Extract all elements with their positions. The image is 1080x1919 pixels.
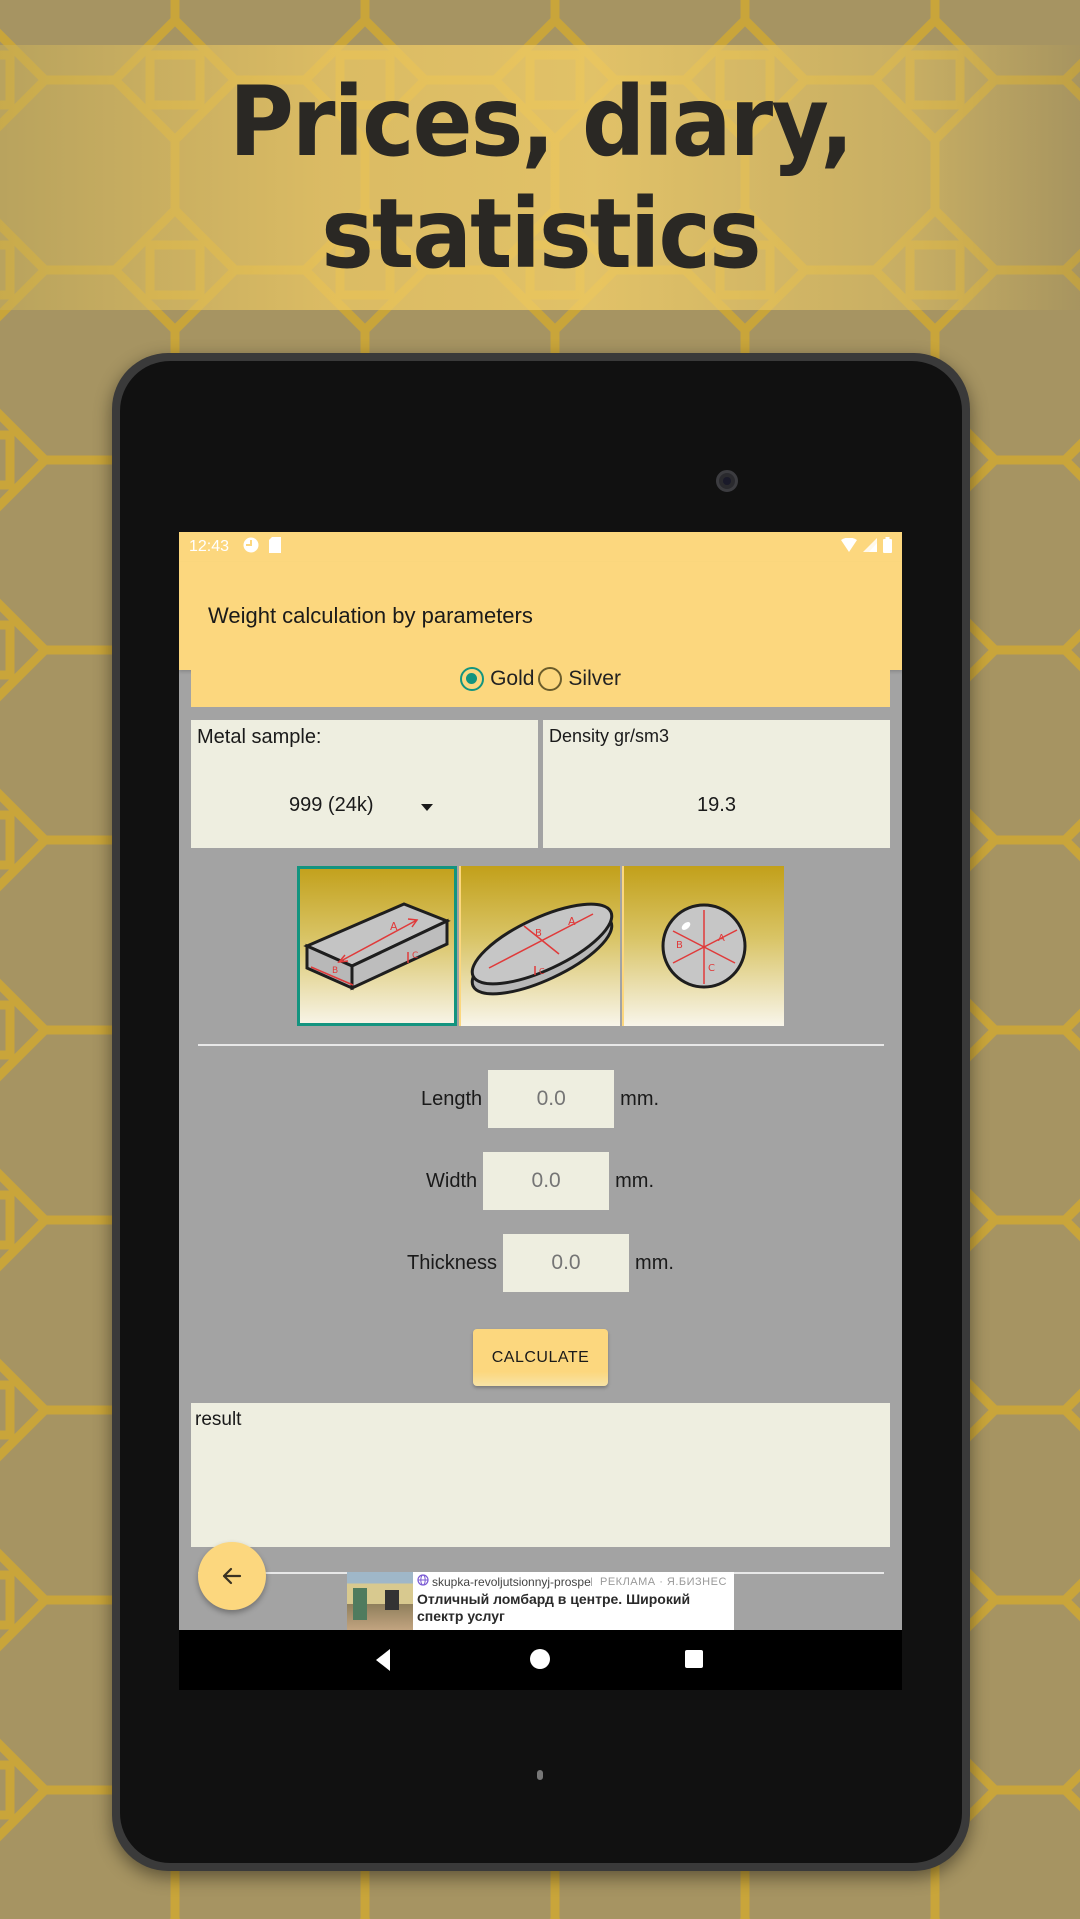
density-value: 19.3 bbox=[697, 794, 736, 816]
calculate-button[interactable]: CALCULATE bbox=[473, 1329, 608, 1386]
app-screen: 12:43 Weight calculation by parameters G… bbox=[179, 532, 902, 1690]
ad-banner[interactable]: skupka-revoljutsionnyj-prospek РЕКЛАМА ·… bbox=[347, 1572, 734, 1630]
radio-option-gold[interactable]: Gold bbox=[460, 666, 535, 691]
svg-text:C: C bbox=[412, 951, 418, 961]
ad-thumbnail bbox=[347, 1572, 413, 1630]
ad-headline: Отличный ломбард в центре. Широкий спект… bbox=[417, 1591, 691, 1624]
width-unit: mm. bbox=[615, 1169, 655, 1192]
result-text: result bbox=[195, 1409, 242, 1430]
metal-sample-label: Metal sample: bbox=[197, 726, 322, 748]
radio-label-gold: Gold bbox=[490, 666, 535, 690]
svg-text:C: C bbox=[539, 967, 545, 976]
globe-icon bbox=[417, 1574, 429, 1589]
length-input[interactable] bbox=[488, 1070, 615, 1128]
banner-title-line-2: statistics bbox=[320, 177, 761, 290]
length-label: Length bbox=[421, 1087, 483, 1110]
notification-app-icon bbox=[243, 537, 259, 558]
width-input[interactable] bbox=[483, 1152, 610, 1210]
shape-option-sphere[interactable]: A B C bbox=[624, 866, 784, 1026]
metal-sample-selected: 999 (24k) bbox=[289, 794, 374, 816]
thickness-input[interactable] bbox=[503, 1234, 630, 1292]
radio-option-silver[interactable]: Silver bbox=[538, 666, 621, 691]
svg-text:A: A bbox=[390, 920, 398, 933]
svg-text:B: B bbox=[676, 940, 683, 951]
thickness-label: Thickness bbox=[407, 1251, 498, 1274]
svg-text:C: C bbox=[708, 963, 715, 974]
ad-body: skupka-revoljutsionnyj-prospek РЕКЛАМА ·… bbox=[413, 1572, 734, 1630]
section-divider bbox=[198, 1044, 884, 1046]
chevron-down-icon bbox=[421, 804, 433, 811]
sphere-icon: A B C bbox=[661, 903, 747, 989]
banner-title: Prices, diary, statistics bbox=[228, 65, 854, 290]
nav-recents-icon[interactable] bbox=[685, 1650, 703, 1668]
oval-disc-icon: A B C bbox=[470, 902, 613, 996]
radio-label-silver: Silver bbox=[568, 666, 621, 690]
status-bar: 12:43 bbox=[179, 532, 902, 562]
result-box: result bbox=[191, 1403, 890, 1547]
ad-meta: skupka-revoljutsionnyj-prospek РЕКЛАМА ·… bbox=[417, 1574, 730, 1589]
metal-sample-dropdown[interactable]: 999 (24k) bbox=[191, 770, 538, 840]
ad-label: РЕКЛАМА · Я.БИЗНЕС bbox=[600, 1575, 727, 1588]
system-nav-bar bbox=[179, 1630, 902, 1690]
width-label: Width bbox=[426, 1169, 478, 1192]
width-row: Width mm. bbox=[426, 1152, 654, 1210]
density-label: Density gr/sm3 bbox=[549, 726, 670, 746]
thickness-unit: mm. bbox=[635, 1251, 674, 1274]
battery-icon bbox=[883, 536, 892, 558]
svg-text:A: A bbox=[568, 915, 576, 928]
front-camera bbox=[716, 470, 738, 492]
radio-button-silver[interactable] bbox=[538, 666, 563, 691]
svg-text:A: A bbox=[718, 933, 725, 944]
promo-banner: Prices, diary, statistics bbox=[0, 45, 1080, 310]
length-unit: mm. bbox=[620, 1087, 660, 1110]
banner-title-line-1: Prices, diary, bbox=[228, 65, 854, 178]
ad-domain: skupka-revoljutsionnyj-prospek bbox=[432, 1574, 592, 1589]
back-fab[interactable] bbox=[198, 1542, 266, 1610]
nav-home-icon[interactable] bbox=[530, 1649, 550, 1669]
nav-back-icon[interactable] bbox=[376, 1649, 390, 1671]
rectangular-bar-icon: A B C bbox=[303, 902, 451, 991]
svg-text:B: B bbox=[535, 928, 542, 939]
arrow-left-icon bbox=[222, 1567, 242, 1585]
shape-selector: A B C A B C A B C bbox=[297, 866, 784, 1026]
shape-option-bar[interactable]: A B C bbox=[297, 866, 457, 1026]
metal-type-radio-group: Gold Silver bbox=[191, 650, 890, 707]
metal-sample-panel: Metal sample: 999 (24k) bbox=[191, 720, 538, 848]
wifi-icon bbox=[841, 537, 857, 557]
sd-card-icon bbox=[269, 536, 282, 558]
status-time: 12:43 bbox=[189, 538, 230, 555]
density-panel: Density gr/sm3 19.3 bbox=[543, 720, 890, 848]
shape-option-oval[interactable]: A B C bbox=[460, 866, 621, 1026]
page-title: Weight calculation by parameters bbox=[208, 603, 533, 628]
thickness-row: Thickness mm. bbox=[407, 1234, 674, 1292]
cell-signal-icon bbox=[863, 537, 877, 557]
length-row: Length mm. bbox=[421, 1070, 659, 1128]
radio-button-gold[interactable] bbox=[460, 666, 485, 691]
svg-text:B: B bbox=[332, 966, 338, 976]
light-sensor bbox=[537, 1770, 543, 1780]
